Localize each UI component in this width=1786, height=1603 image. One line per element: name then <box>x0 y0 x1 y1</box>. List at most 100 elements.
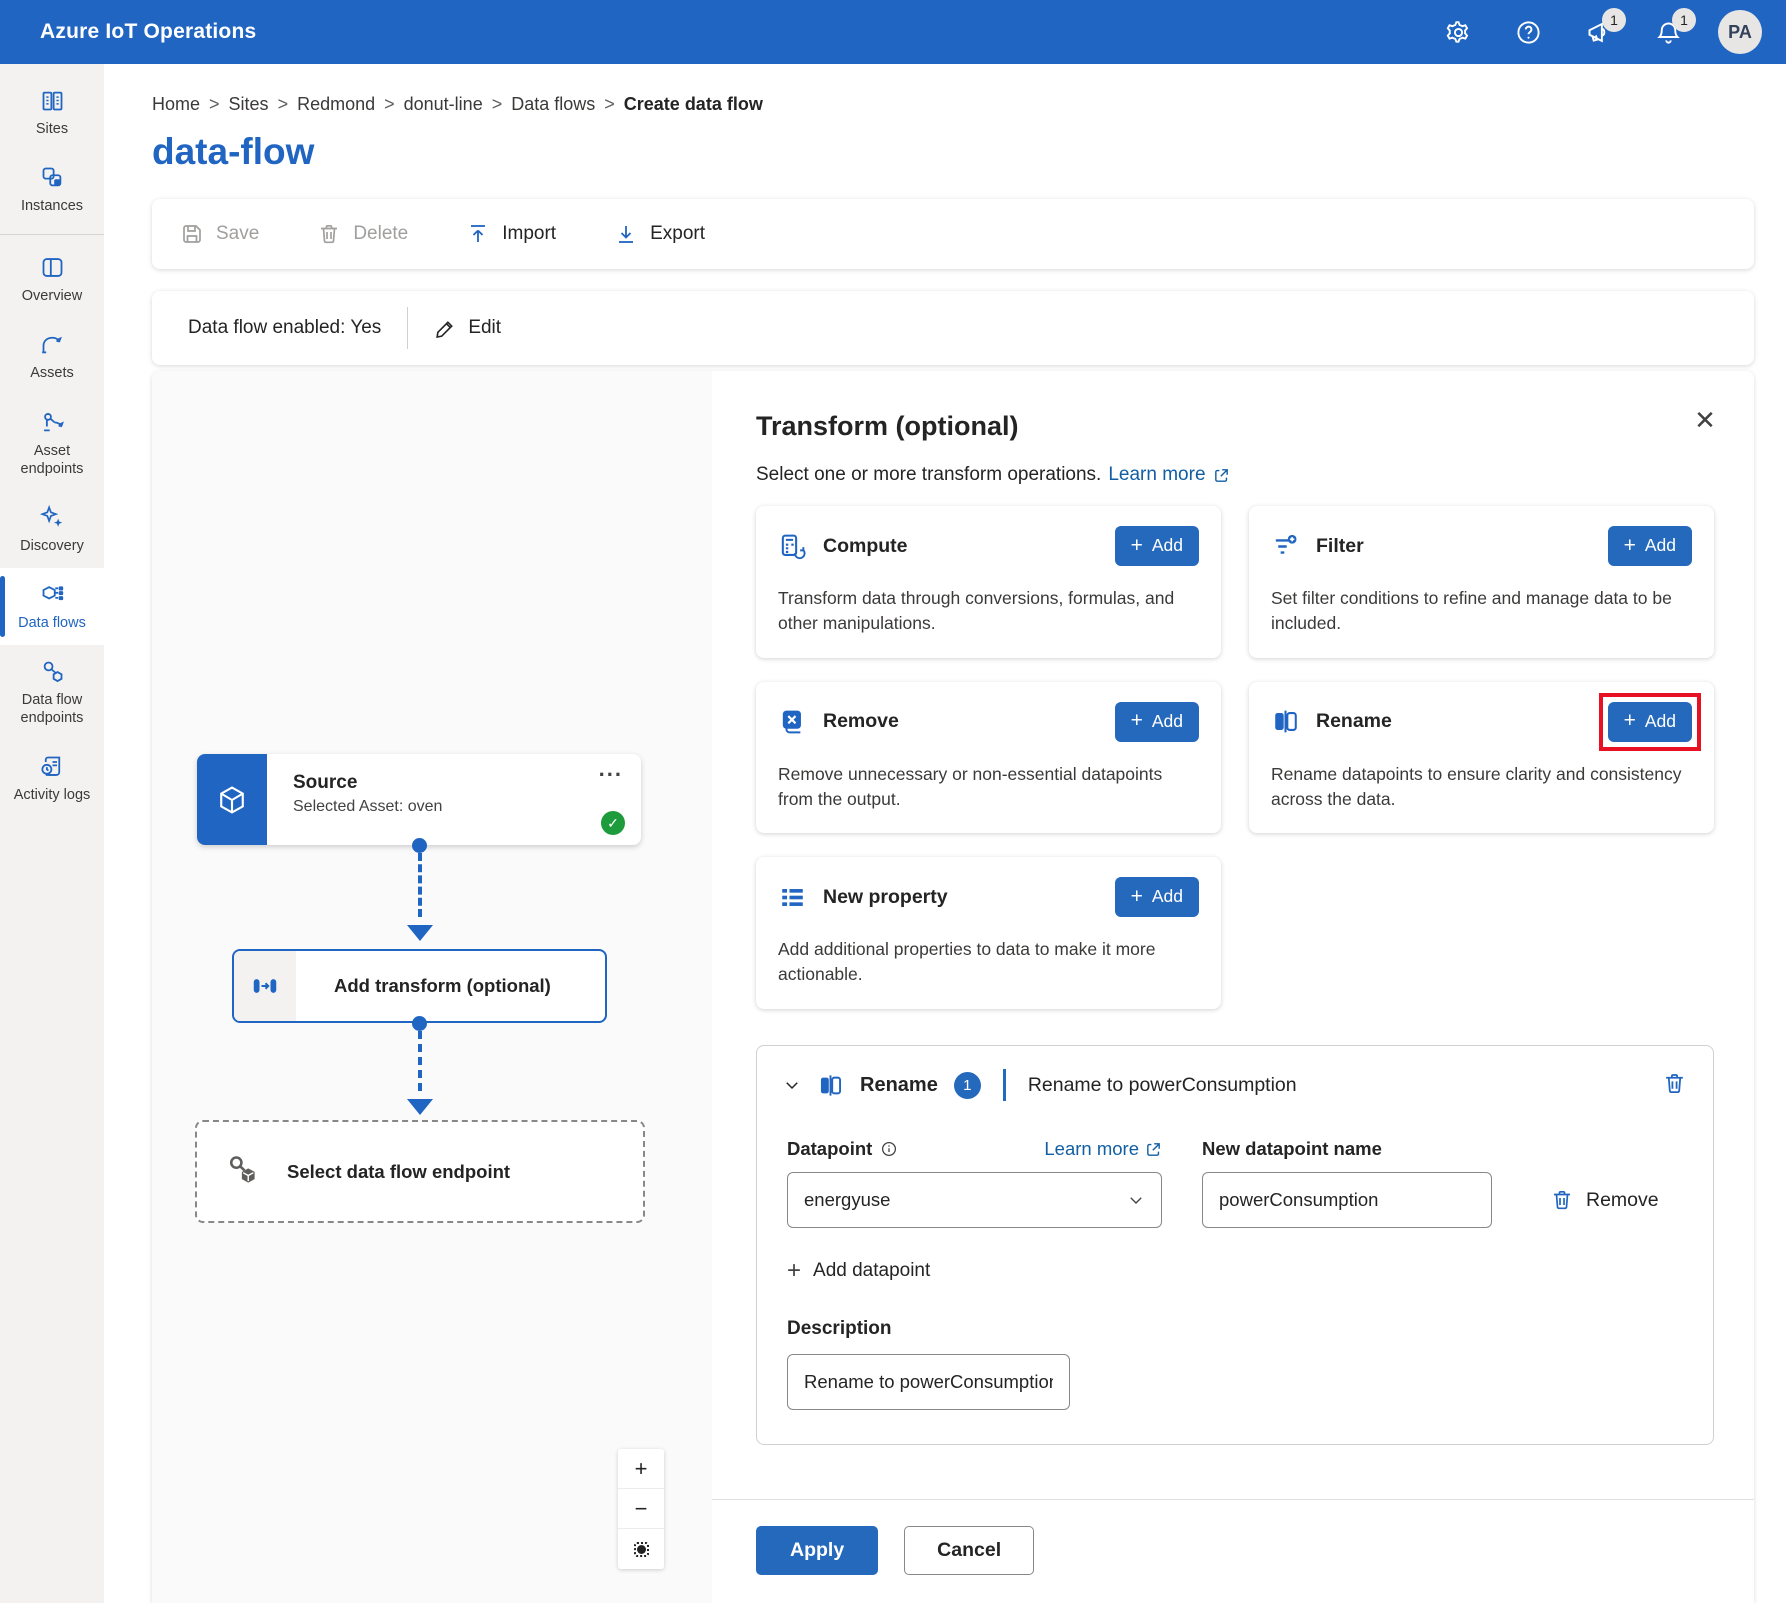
rename-card-description: Rename datapoints to ensure clarity and … <box>1271 762 1691 812</box>
remove-card-description: Remove unnecessary or non-essential data… <box>778 762 1198 812</box>
new-property-card-description: Add additional properties to data to mak… <box>778 937 1198 987</box>
sidebar-item-activity-logs[interactable]: Activity logs <box>0 740 104 817</box>
new-datapoint-name-input[interactable] <box>1202 1172 1492 1228</box>
sidebar-item-assets[interactable]: Assets <box>0 318 104 395</box>
apply-button[interactable]: Apply <box>756 1526 878 1575</box>
filter-add-button[interactable]: +Add <box>1608 526 1692 566</box>
close-icon[interactable]: ✕ <box>1690 405 1720 435</box>
cancel-button[interactable]: Cancel <box>904 1526 1034 1575</box>
activity-logs-icon <box>39 753 66 780</box>
remove-add-button[interactable]: +Add <box>1115 702 1199 742</box>
trash-icon <box>1662 1071 1687 1096</box>
add-datapoint-button[interactable]: + Add datapoint <box>787 1260 930 1282</box>
breadcrumb-redmond[interactable]: Redmond <box>297 94 375 115</box>
endpoint-icon <box>225 1152 259 1191</box>
more-options-icon[interactable]: ... <box>599 756 623 782</box>
source-node[interactable]: Source Selected Asset: oven ... ✓ <box>197 754 641 845</box>
add-label: Add <box>1152 711 1183 732</box>
datapoint-label-row: Datapoint <box>787 1138 898 1160</box>
connector-line <box>418 853 422 917</box>
breadcrumb-data-flows[interactable]: Data flows <box>511 94 595 115</box>
remove-label: Remove <box>1586 1189 1659 1212</box>
help-button[interactable] <box>1506 10 1550 54</box>
datapoint-dropdown[interactable]: energyuse <box>787 1172 1162 1228</box>
trash-icon <box>317 222 341 246</box>
import-button[interactable]: Import <box>466 222 556 246</box>
delete-rename-button[interactable] <box>1662 1071 1687 1099</box>
description-input[interactable] <box>787 1354 1070 1410</box>
main-content: Home > Sites > Redmond > donut-line > Data f… <box>104 64 1786 1603</box>
sidebar-item-data-flow-endpoints[interactable]: Data flow endpoints <box>0 645 104 740</box>
breadcrumb-separator: > <box>492 94 503 115</box>
new-name-field: New datapoint name <box>1202 1138 1492 1228</box>
edit-button[interactable]: Edit <box>434 317 501 340</box>
new-property-add-button[interactable]: +Add <box>1115 877 1199 917</box>
connector-arrow-icon <box>407 1099 433 1115</box>
rename-section-body: Datapoint Learn more <box>757 1124 1713 1444</box>
notifications-button[interactable]: 1 <box>1646 10 1690 54</box>
add-transform-node[interactable]: Add transform (optional) <box>232 949 607 1023</box>
filter-card-title: Filter <box>1316 535 1592 558</box>
zoom-controls: + − <box>618 1449 664 1569</box>
sidebar: Sites Instances Overview Assets Asset en… <box>0 64 104 1603</box>
announcements-button[interactable]: 1 <box>1576 10 1620 54</box>
transform-operation-cards: Compute +Add Transform data through conv… <box>756 506 1714 1009</box>
new-property-icon <box>778 883 807 912</box>
new-property-card-title: New property <box>823 886 1099 909</box>
select-endpoint-node[interactable]: Select data flow endpoint <box>195 1120 645 1223</box>
save-label: Save <box>216 223 259 245</box>
export-button[interactable]: Export <box>614 222 705 246</box>
source-node-subtitle: Selected Asset: oven <box>293 798 641 816</box>
external-link-icon <box>1145 1141 1162 1158</box>
sidebar-item-asset-endpoints[interactable]: Asset endpoints <box>0 396 104 491</box>
sidebar-item-label: Asset endpoints <box>2 442 102 478</box>
sidebar-item-overview[interactable]: Overview <box>0 241 104 318</box>
sidebar-item-data-flows[interactable]: Data flows <box>0 568 104 645</box>
avatar[interactable]: PA <box>1718 10 1762 54</box>
rename-add-button[interactable]: + Add <box>1608 702 1692 742</box>
rename-card-title: Rename <box>1316 710 1592 733</box>
app-title: Azure IoT Operations <box>40 20 256 44</box>
save-button[interactable]: Save <box>180 222 259 246</box>
zoom-in-button[interactable]: + <box>618 1449 664 1489</box>
breadcrumb-separator: > <box>384 94 395 115</box>
plus-icon: + <box>1131 890 1143 904</box>
breadcrumb-donut-line[interactable]: donut-line <box>404 94 483 115</box>
learn-more-link[interactable]: Learn more <box>1108 464 1205 486</box>
fit-view-button[interactable] <box>618 1529 664 1569</box>
breadcrumb: Home > Sites > Redmond > donut-line > Data f… <box>152 94 1754 115</box>
breadcrumb-separator: > <box>209 94 220 115</box>
announcement-badge: 1 <box>1602 8 1626 32</box>
filter-icon <box>1271 532 1300 561</box>
rename-config-section: Rename 1 Rename to powerConsumption <box>756 1045 1714 1445</box>
sidebar-item-sites[interactable]: Sites <box>0 74 104 151</box>
page-title: data-flow <box>152 131 1754 173</box>
connector-dot <box>412 838 427 853</box>
zoom-out-button[interactable]: − <box>618 1489 664 1529</box>
remove-datapoint-button[interactable]: Remove <box>1550 1172 1659 1228</box>
sidebar-item-instances[interactable]: Instances <box>0 151 104 228</box>
transform-panel: ✕ Transform (optional) Select one or mor… <box>712 371 1754 1603</box>
add-label: Add <box>1152 535 1183 556</box>
command-toolbar: Save Delete Import Export <box>152 199 1754 269</box>
sidebar-item-label: Activity logs <box>14 786 91 804</box>
overview-icon <box>39 254 66 281</box>
flow-canvas[interactable]: Source Selected Asset: oven ... ✓ A <box>152 371 712 1603</box>
breadcrumb-separator: > <box>604 94 615 115</box>
delete-button[interactable]: Delete <box>317 222 408 246</box>
settings-button[interactable] <box>1436 10 1480 54</box>
assets-icon <box>39 331 66 358</box>
breadcrumb-home[interactable]: Home <box>152 94 200 115</box>
sidebar-item-label: Sites <box>36 120 68 138</box>
breadcrumb-sites[interactable]: Sites <box>229 94 269 115</box>
rename-add-highlight-box: + Add <box>1608 702 1692 742</box>
sidebar-item-discovery[interactable]: Discovery <box>0 491 104 568</box>
learn-more-link[interactable]: Learn more <box>1044 1138 1139 1160</box>
plus-icon: + <box>1624 714 1636 728</box>
add-label: Add <box>1645 711 1676 732</box>
chevron-down-icon[interactable] <box>783 1076 801 1094</box>
rename-section-title: Rename <box>860 1074 938 1097</box>
compute-add-button[interactable]: +Add <box>1115 526 1199 566</box>
data-flows-icon <box>39 581 66 608</box>
asset-endpoints-icon <box>39 409 66 436</box>
